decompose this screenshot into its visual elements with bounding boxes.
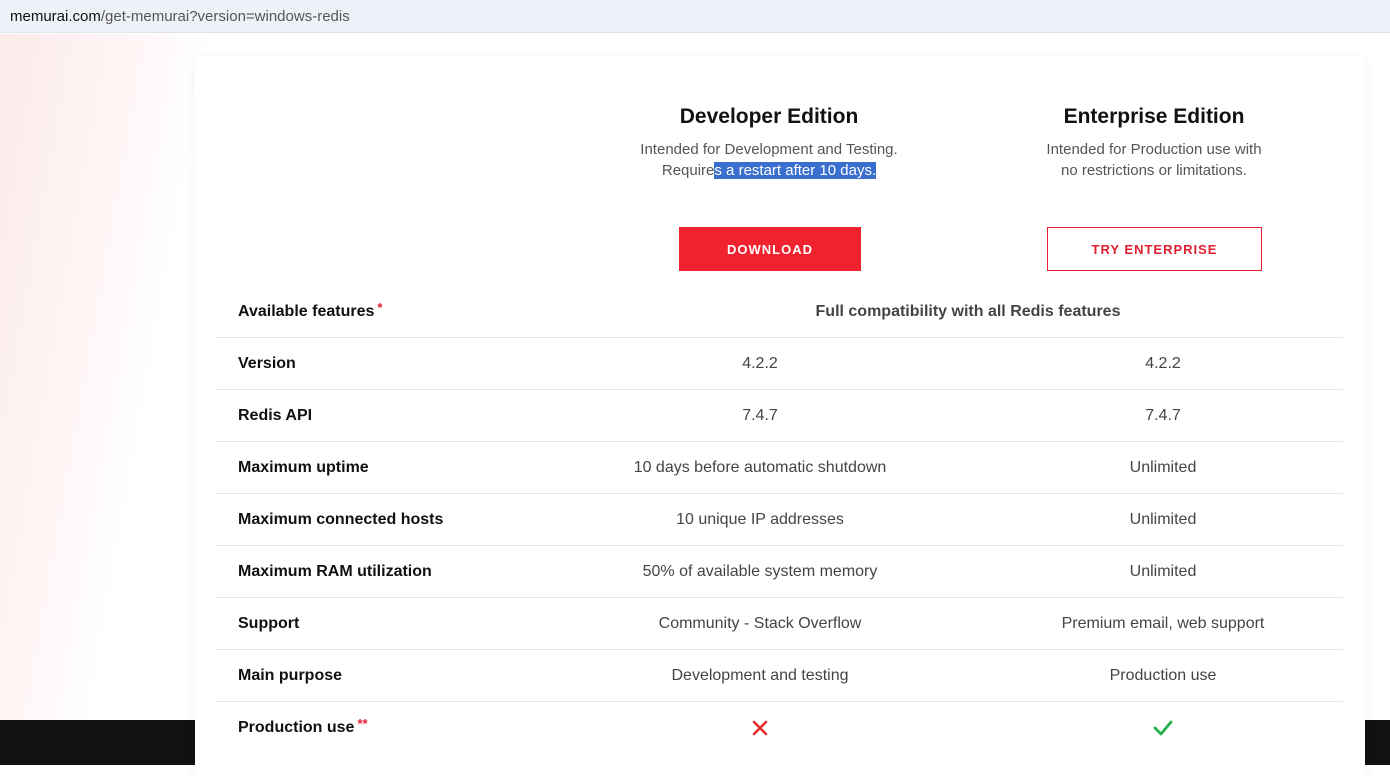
features-table: Available features * Full compatibility w… <box>216 286 1343 753</box>
row-label: Version <box>238 355 296 372</box>
table-row: Maximum RAM utilization 50% of available… <box>216 546 1343 598</box>
cross-icon <box>752 720 768 736</box>
table-row: Maximum uptime 10 days before automatic … <box>216 442 1343 494</box>
row-label: Maximum RAM utilization <box>238 563 432 580</box>
footnote-star: * <box>377 300 383 315</box>
enterprise-value: 7.4.7 <box>1145 407 1181 424</box>
developer-desc-line1: Intended for Development and Testing. <box>640 141 898 158</box>
developer-value: 50% of available system memory <box>642 563 878 580</box>
table-row: Version 4.2.2 4.2.2 <box>216 338 1343 390</box>
enterprise-edition-header: Enterprise Edition Intended for Producti… <box>994 104 1314 181</box>
developer-value: Community - Stack Overflow <box>658 615 862 632</box>
table-row: Production use ** <box>216 702 1343 753</box>
developer-value: 10 days before automatic shutdown <box>633 459 887 476</box>
available-features-label: Available features <box>238 303 375 320</box>
available-features-value: Full compatibility with all Redis featur… <box>815 303 1121 320</box>
developer-production-cell <box>556 702 964 753</box>
enterprise-value: Production use <box>1109 667 1217 684</box>
developer-edition-title: Developer Edition <box>679 105 859 128</box>
row-label: Maximum connected hosts <box>238 511 444 528</box>
check-icon <box>1153 720 1173 736</box>
row-label: Production use ** <box>238 702 368 753</box>
developer-value: 7.4.7 <box>742 407 778 424</box>
row-label: Support <box>238 615 300 632</box>
try-enterprise-button[interactable]: TRY ENTERPRISE <box>1047 227 1262 271</box>
enterprise-desc-line1: Intended for Production use with <box>1046 141 1262 158</box>
row-label: Main purpose <box>238 667 343 684</box>
table-row: Redis API 7.4.7 7.4.7 <box>216 390 1343 442</box>
enterprise-production-cell <box>959 702 1367 753</box>
enterprise-value: Unlimited <box>1129 563 1197 580</box>
pricing-card: Developer Edition Intended for Developme… <box>195 56 1365 776</box>
developer-value: Development and testing <box>671 667 849 684</box>
row-label: Redis API <box>238 407 313 424</box>
enterprise-edition-title: Enterprise Edition <box>1063 105 1245 128</box>
address-bar[interactable]: memurai.com/get-memurai?version=windows-… <box>0 0 1390 33</box>
table-row: Main purpose Development and testing Pro… <box>216 650 1343 702</box>
download-button[interactable]: DOWNLOAD <box>679 227 861 271</box>
developer-desc-line2: Require <box>661 162 715 179</box>
developer-edition-description: Intended for Development and Testing. Re… <box>609 139 929 181</box>
row-label: Available features * <box>238 286 382 337</box>
table-row: Available features * Full compatibility w… <box>216 286 1343 338</box>
production-use-label: Production use <box>238 719 355 736</box>
enterprise-value: Premium email, web support <box>1061 615 1265 632</box>
selected-text: s a restart after 10 days. <box>714 162 877 179</box>
developer-edition-header: Developer Edition Intended for Developme… <box>609 104 929 181</box>
developer-value: 4.2.2 <box>742 355 778 372</box>
table-row: Maximum connected hosts 10 unique IP add… <box>216 494 1343 546</box>
enterprise-value: Unlimited <box>1129 511 1197 528</box>
enterprise-desc-line2: no restrictions or limitations. <box>1061 162 1247 179</box>
enterprise-edition-description: Intended for Production use with no rest… <box>994 139 1314 181</box>
footnote-star: ** <box>357 716 368 731</box>
url-path: /get-memurai?version=windows-redis <box>100 8 350 25</box>
enterprise-value: 4.2.2 <box>1145 355 1181 372</box>
url-host: memurai.com <box>10 8 101 25</box>
enterprise-value: Unlimited <box>1129 459 1197 476</box>
table-row: Support Community - Stack Overflow Premi… <box>216 598 1343 650</box>
row-label: Maximum uptime <box>238 459 369 476</box>
developer-value: 10 unique IP addresses <box>676 511 844 528</box>
